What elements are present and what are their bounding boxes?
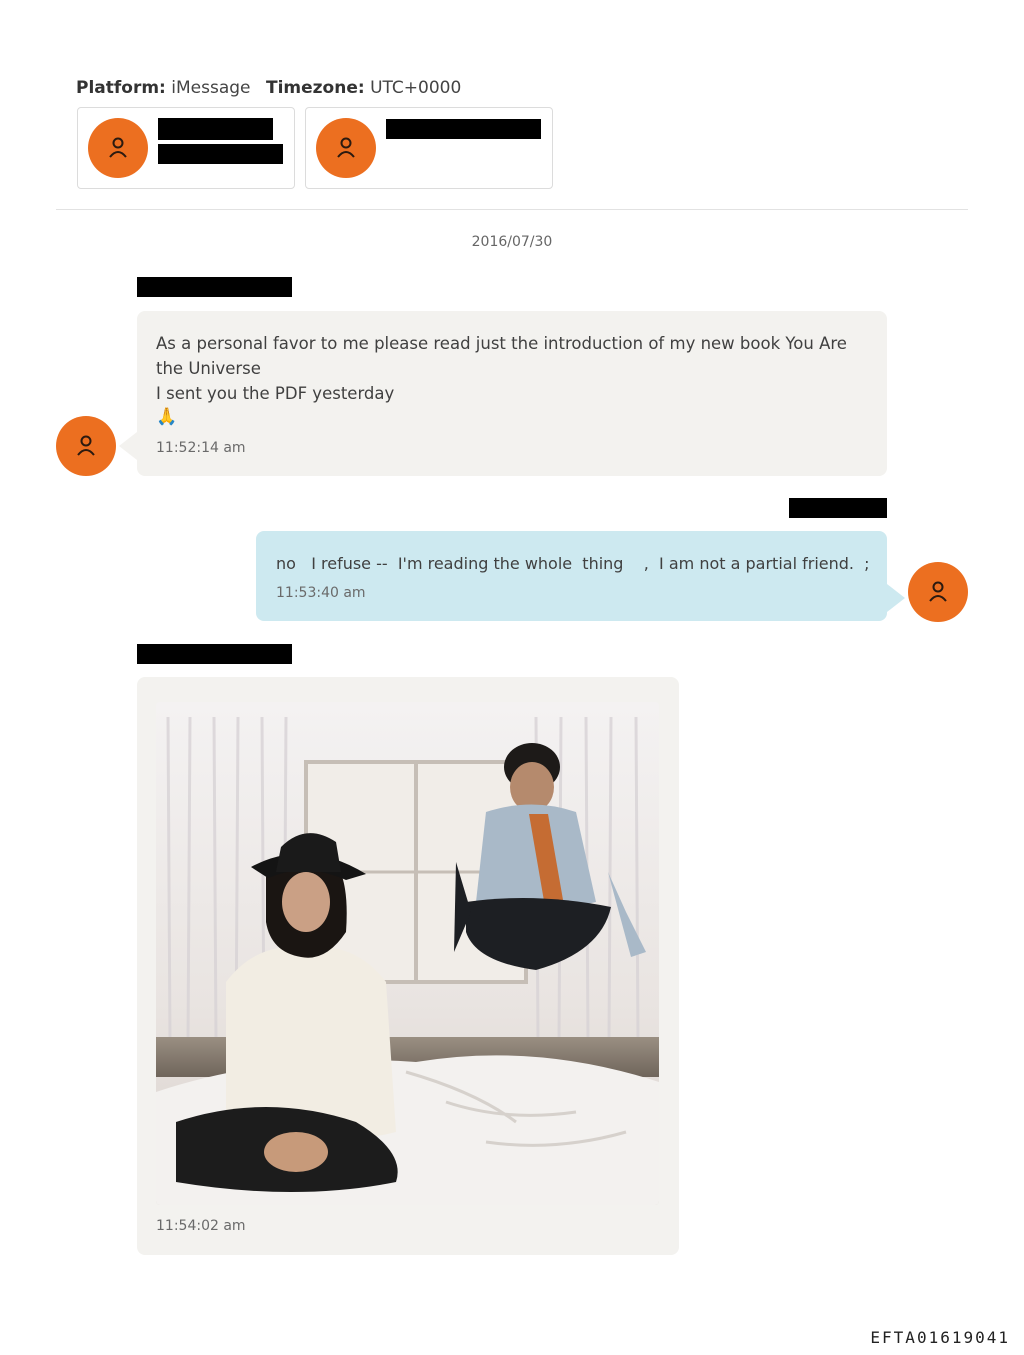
participant-card <box>305 107 553 189</box>
sender-name-redacted <box>137 644 292 664</box>
participant-card <box>77 107 295 189</box>
message-time: 11:53:40 am <box>276 585 366 601</box>
message-bubble-incoming: As a personal favor to me please read ju… <box>137 311 887 476</box>
praying-hands-emoji: 🙏 <box>156 407 178 427</box>
redacted-name <box>158 144 283 164</box>
message-time: 11:54:02 am <box>156 1218 246 1234</box>
person-icon <box>56 416 116 476</box>
message-bubble-outgoing: no I refuse -- I'm reading the whole thi… <box>256 531 887 621</box>
platform-info: Platform: iMessage <box>76 78 251 98</box>
timezone-value: UTC+0000 <box>370 78 462 98</box>
sender-name-redacted <box>137 277 292 297</box>
platform-value: iMessage <box>171 78 251 98</box>
conversation-date: 2016/07/30 <box>471 234 553 250</box>
message-text: As a personal favor to me please read ju… <box>156 334 847 403</box>
redacted-name <box>158 118 273 140</box>
timezone-label: Timezone: <box>266 78 365 98</box>
document-id: EFTA01619041 <box>870 1328 1010 1347</box>
sender-name-redacted <box>789 498 887 518</box>
timezone-info: Timezone: UTC+0000 <box>266 78 461 98</box>
bubble-tail <box>887 584 905 612</box>
redacted-name <box>386 119 541 139</box>
person-icon <box>316 118 376 178</box>
person-icon <box>88 118 148 178</box>
photo-attachment[interactable] <box>156 702 659 1205</box>
bubble-tail <box>119 432 137 460</box>
person-icon <box>908 562 968 622</box>
photo-image <box>156 702 659 1205</box>
header-divider <box>56 209 968 210</box>
message-text: no I refuse -- I'm reading the whole thi… <box>276 554 870 573</box>
message-bubble-incoming: 11:54:02 am <box>137 677 679 1255</box>
message-time: 11:52:14 am <box>156 440 246 456</box>
platform-label: Platform: <box>76 78 166 98</box>
